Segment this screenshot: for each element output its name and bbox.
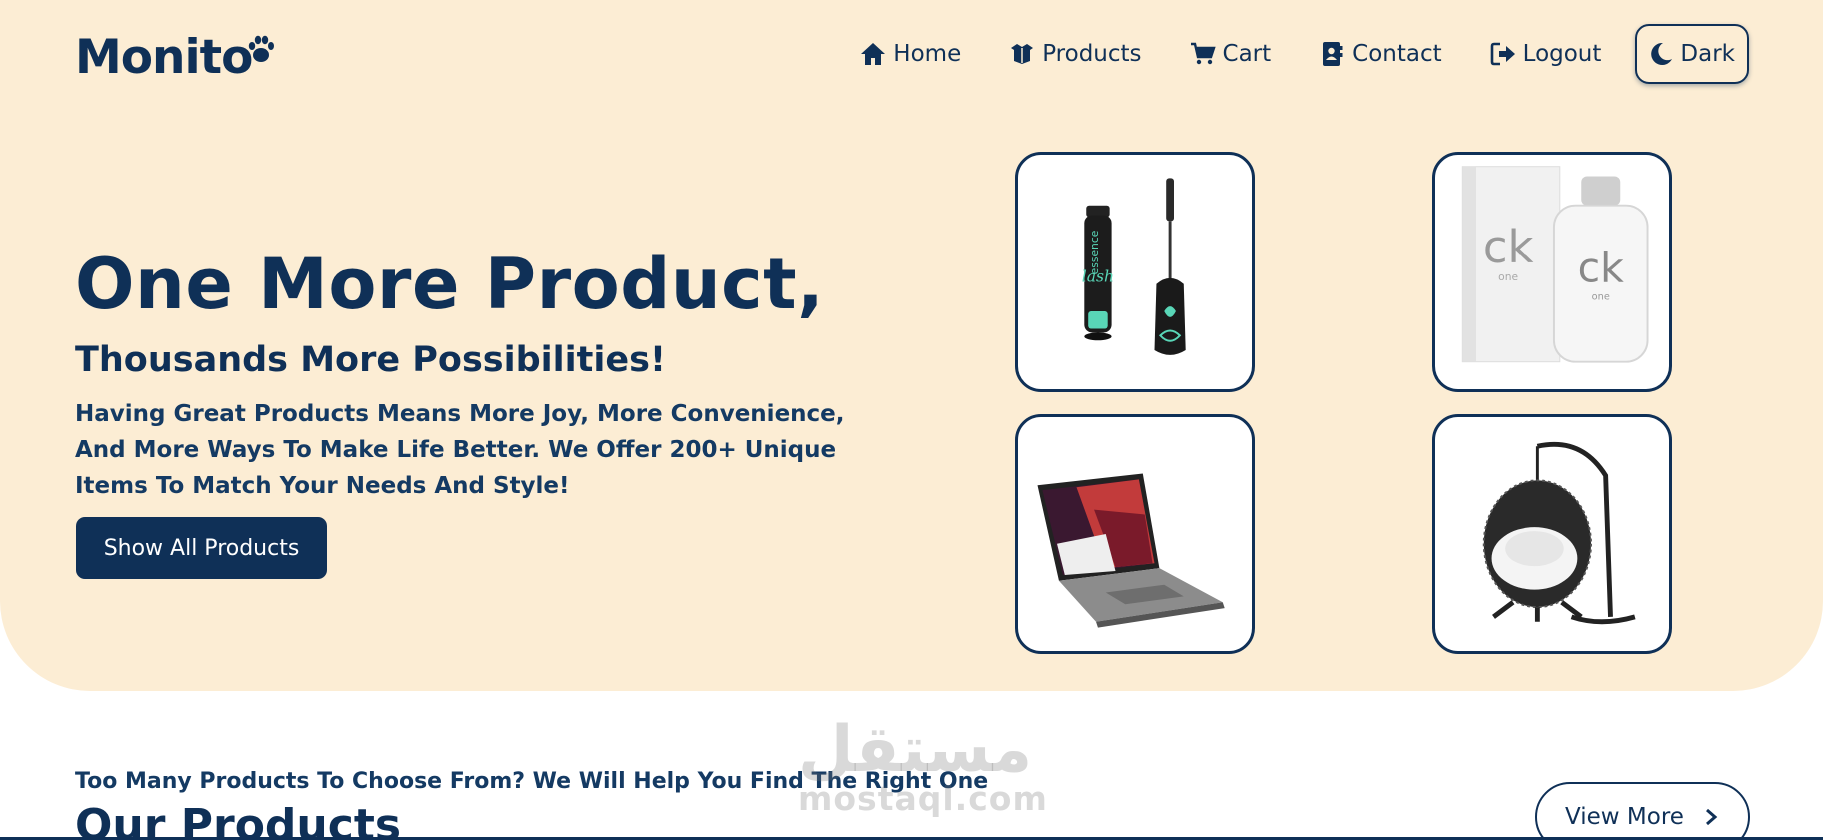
perfume-bottle-product: one <box>1592 291 1610 302</box>
brand-logo[interactable]: Monito <box>75 30 275 85</box>
perfume-box-product: one <box>1498 270 1518 283</box>
nav-products[interactable]: Products <box>1009 24 1142 84</box>
address-book-icon <box>1323 42 1343 66</box>
brand-name: Monito <box>75 30 253 85</box>
chevron-right-icon <box>1705 808 1718 826</box>
perfume-bottle-brand: ck <box>1578 244 1625 292</box>
nav-cart-label: Cart <box>1222 41 1272 67</box>
hero-title: One More Product, <box>75 243 825 325</box>
products-section-tagline: Too Many Products To Choose From? We Wil… <box>75 769 989 794</box>
nav-logout-label: Logout <box>1522 41 1602 67</box>
perfume-image: ck one ck one <box>1461 166 1649 363</box>
mascara-product-text: lash <box>1082 268 1114 286</box>
products-section-title: Our Products <box>75 800 402 840</box>
perfume-box-brand: ck <box>1483 220 1534 273</box>
product-card-laptop[interactable] <box>1015 414 1255 654</box>
nav-products-label: Products <box>1042 41 1142 67</box>
paw-icon <box>249 35 275 62</box>
show-all-products-button[interactable]: Show All Products <box>76 517 327 579</box>
mostaql-watermark: مستقل mostaql.com <box>798 718 1047 816</box>
view-more-button[interactable]: View More <box>1535 782 1750 840</box>
dark-mode-toggle[interactable]: Dark <box>1635 24 1749 84</box>
moon-icon <box>1651 42 1673 65</box>
nav-home-label: Home <box>893 41 962 67</box>
hero-subtitle: Thousands More Possibilities! <box>75 340 666 380</box>
cart-icon <box>1190 42 1216 65</box>
nav-contact-label: Contact <box>1352 41 1442 67</box>
laptop-image <box>1037 473 1225 628</box>
view-more-label: View More <box>1565 804 1684 830</box>
nav-contact[interactable]: Contact <box>1319 24 1442 84</box>
product-card-perfume[interactable]: ck one ck one <box>1432 152 1672 392</box>
nav-home[interactable]: Home <box>860 24 961 84</box>
dark-mode-label: Dark <box>1680 41 1735 67</box>
product-card-hanging-chair[interactable] <box>1432 414 1672 654</box>
logout-icon <box>1490 42 1515 66</box>
main-nav: Home Products Cart Contact Logout Dark <box>812 24 1749 84</box>
hanging-chair-image <box>1482 441 1636 625</box>
mascara-image: essence lash <box>1082 178 1186 355</box>
box-open-icon <box>1011 44 1034 64</box>
nav-cart[interactable]: Cart <box>1190 24 1272 84</box>
nav-logout[interactable]: Logout <box>1490 24 1602 84</box>
home-icon <box>861 43 886 65</box>
product-card-mascara[interactable]: essence lash <box>1015 152 1255 392</box>
hero-description: Having Great Products Means More Joy, Mo… <box>75 401 845 499</box>
